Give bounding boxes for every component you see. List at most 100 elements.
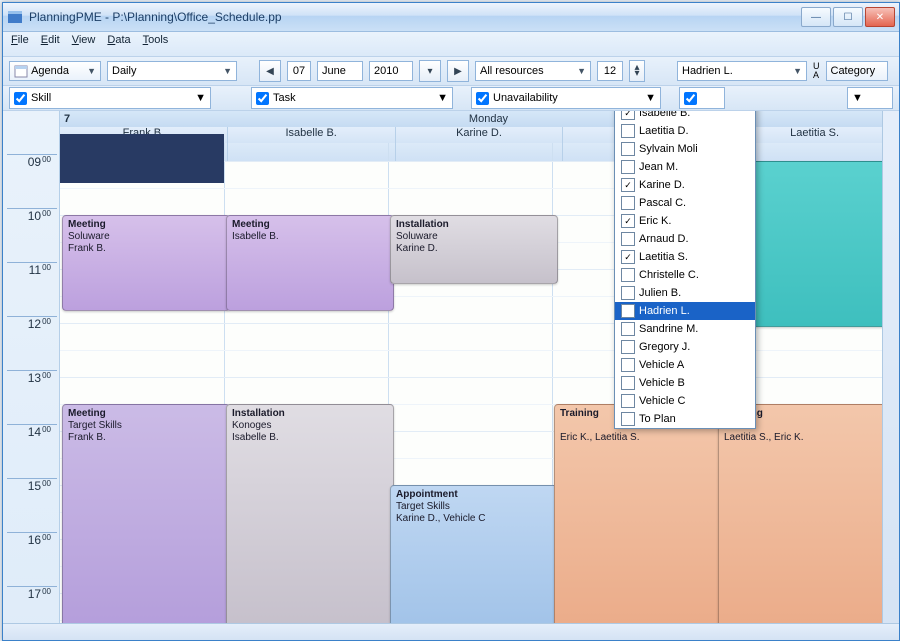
calendar-event[interactable]: InstallationKonogesIsabelle B. <box>226 404 394 640</box>
calendar-grid[interactable]: 7 Monday Frank B.Isabelle B.Karine D.Eri… <box>60 111 899 640</box>
hour-label: 1100 <box>9 263 51 277</box>
dropdown-item[interactable]: ✓ Laetitia S. <box>615 248 755 266</box>
skill-checkbox[interactable] <box>14 92 27 105</box>
checkbox-icon[interactable] <box>621 232 635 246</box>
unavailability-checkbox[interactable] <box>476 92 489 105</box>
dropdown-item[interactable]: ✓ Eric K. <box>615 212 755 230</box>
resources-combo[interactable]: All resources ▼ <box>475 61 591 81</box>
date-month[interactable]: June <box>317 61 363 81</box>
resource-dropdown[interactable]: ✓Frank B.✓Isabelle B.Laetitia D.Sylvain … <box>614 111 756 429</box>
dropdown-item[interactable]: Vehicle B <box>615 374 755 392</box>
close-button[interactable]: ✕ <box>865 7 895 27</box>
calendar-event[interactable]: MeetingIsabelle B. <box>226 215 394 311</box>
menu-edit[interactable]: Edit <box>41 34 60 54</box>
day-header: 7 Monday <box>60 111 899 128</box>
checkbox-icon[interactable] <box>621 286 635 300</box>
horizontal-scrollbar[interactable] <box>3 623 899 640</box>
checkbox-icon[interactable] <box>621 142 635 156</box>
vertical-scrollbar[interactable] <box>882 111 899 640</box>
dropdown-item[interactable]: ✓Isabelle B. <box>615 111 755 122</box>
count-stepper[interactable]: ▴▾ <box>629 60 645 82</box>
dropdown-item[interactable]: Arnaud D. <box>615 230 755 248</box>
dropdown-item[interactable]: Vehicle A <box>615 356 755 374</box>
checkbox-icon[interactable]: ✓ <box>621 178 635 192</box>
minimize-button[interactable]: — <box>801 7 831 27</box>
menu-tools[interactable]: Tools <box>143 34 169 54</box>
dropdown-item[interactable]: Gregory J. <box>615 338 755 356</box>
date-picker-button[interactable]: ▾ <box>419 60 441 82</box>
resource-count[interactable]: 12 <box>597 61 623 81</box>
checkbox-icon[interactable] <box>621 412 635 426</box>
dropdown-item-label: Vehicle C <box>639 395 685 407</box>
calendar-event[interactable]: InstallationSoluwareKarine D. <box>390 215 558 284</box>
date-year[interactable]: 2010 <box>369 61 413 81</box>
calendar-event[interactable]: MeetingTarget SkillsFrank B. <box>62 404 230 640</box>
dropdown-item-label: Karine D. <box>639 179 685 191</box>
dropdown-item[interactable]: Hadrien L. <box>615 302 755 320</box>
dropdown-item-label: Eric K. <box>639 215 671 227</box>
checkbox-icon[interactable]: ✓ <box>621 214 635 228</box>
dropdown-item[interactable]: Jean M. <box>615 158 755 176</box>
next-day-button[interactable]: ▶ <box>447 60 469 82</box>
checkbox-icon[interactable] <box>621 376 635 390</box>
prev-day-button[interactable]: ◀ <box>259 60 281 82</box>
dropdown-item[interactable]: Sylvain Moli <box>615 140 755 158</box>
dropdown-item[interactable]: Julien B. <box>615 284 755 302</box>
dropdown-item[interactable]: Vehicle C <box>615 392 755 410</box>
unavailability-filter[interactable]: Unavailability▼ <box>471 87 661 109</box>
skill-filter[interactable]: Skill▼ <box>9 87 211 109</box>
extra-checkbox[interactable] <box>684 92 697 105</box>
dropdown-item[interactable]: Christelle C. <box>615 266 755 284</box>
selected-resource-combo[interactable]: Hadrien L. ▼ <box>677 61 807 81</box>
ua-toggle[interactable]: U A <box>813 62 820 80</box>
column-header[interactable]: Isabelle B. <box>228 127 396 143</box>
dropdown-item[interactable]: ✓ Karine D. <box>615 176 755 194</box>
dropdown-item-label: Laetitia S. <box>639 251 688 263</box>
dropdown-item-label: Arnaud D. <box>639 233 689 245</box>
calendar-event[interactable]: TrainingEric K., Laetitia S. <box>554 404 722 640</box>
checkbox-icon[interactable] <box>621 196 635 210</box>
column-header[interactable]: Laetitia S. <box>731 127 899 143</box>
checkbox-icon[interactable] <box>621 340 635 354</box>
blocked-time[interactable] <box>60 134 224 183</box>
chevron-down-icon: ▼ <box>437 92 448 104</box>
checkbox-icon[interactable] <box>621 160 635 174</box>
dropdown-item[interactable]: Laetitia D. <box>615 122 755 140</box>
agenda-label: Agenda <box>31 65 69 77</box>
dropdown-item[interactable]: Sandrine M. <box>615 320 755 338</box>
task-checkbox[interactable] <box>256 92 269 105</box>
checkbox-icon[interactable] <box>621 304 635 318</box>
calendar-event[interactable]: MeetingSoluwareFrank B. <box>62 215 230 311</box>
dropdown-item[interactable]: Pascal C. <box>615 194 755 212</box>
dropdown-item-label: Julien B. <box>639 287 681 299</box>
checkbox-icon[interactable]: ✓ <box>621 250 635 264</box>
chevron-down-icon: ▼ <box>645 92 656 104</box>
checkbox-icon[interactable] <box>621 268 635 282</box>
checkbox-icon[interactable] <box>621 394 635 408</box>
agenda-combo[interactable]: Agenda ▼ <box>9 61 101 81</box>
date-day[interactable]: 07 <box>287 61 311 81</box>
hour-label: 1500 <box>9 479 51 493</box>
menu-file[interactable]: File <box>11 34 29 54</box>
calendar-event[interactable]: AppointmentTarget SkillsKarine D., Vehic… <box>390 485 558 640</box>
maximize-button[interactable]: ☐ <box>833 7 863 27</box>
checkbox-icon[interactable] <box>621 358 635 372</box>
menu-data[interactable]: Data <box>107 34 130 54</box>
period-combo[interactable]: Daily ▼ <box>107 61 237 81</box>
checkbox-icon[interactable] <box>621 322 635 336</box>
checkbox-icon[interactable] <box>621 124 635 138</box>
right-filter[interactable]: ▼ <box>847 87 893 109</box>
menu-view[interactable]: View <box>72 34 96 54</box>
dropdown-item-label: Hadrien L. <box>639 305 690 317</box>
calendar-icon <box>14 64 28 78</box>
resources-label: All resources <box>480 65 544 77</box>
extra-filter[interactable] <box>679 87 725 109</box>
dropdown-item-label: Sylvain Moli <box>639 143 698 155</box>
hour-label: 1400 <box>9 425 51 439</box>
task-filter[interactable]: Task▼ <box>251 87 453 109</box>
category-button[interactable]: Category <box>826 61 888 81</box>
dropdown-item[interactable]: To Plan <box>615 410 755 428</box>
checkbox-icon[interactable]: ✓ <box>621 111 635 120</box>
calendar-event[interactable]: TrainingLaetitia S., Eric K. <box>718 404 886 640</box>
column-header[interactable]: Karine D. <box>396 127 564 143</box>
